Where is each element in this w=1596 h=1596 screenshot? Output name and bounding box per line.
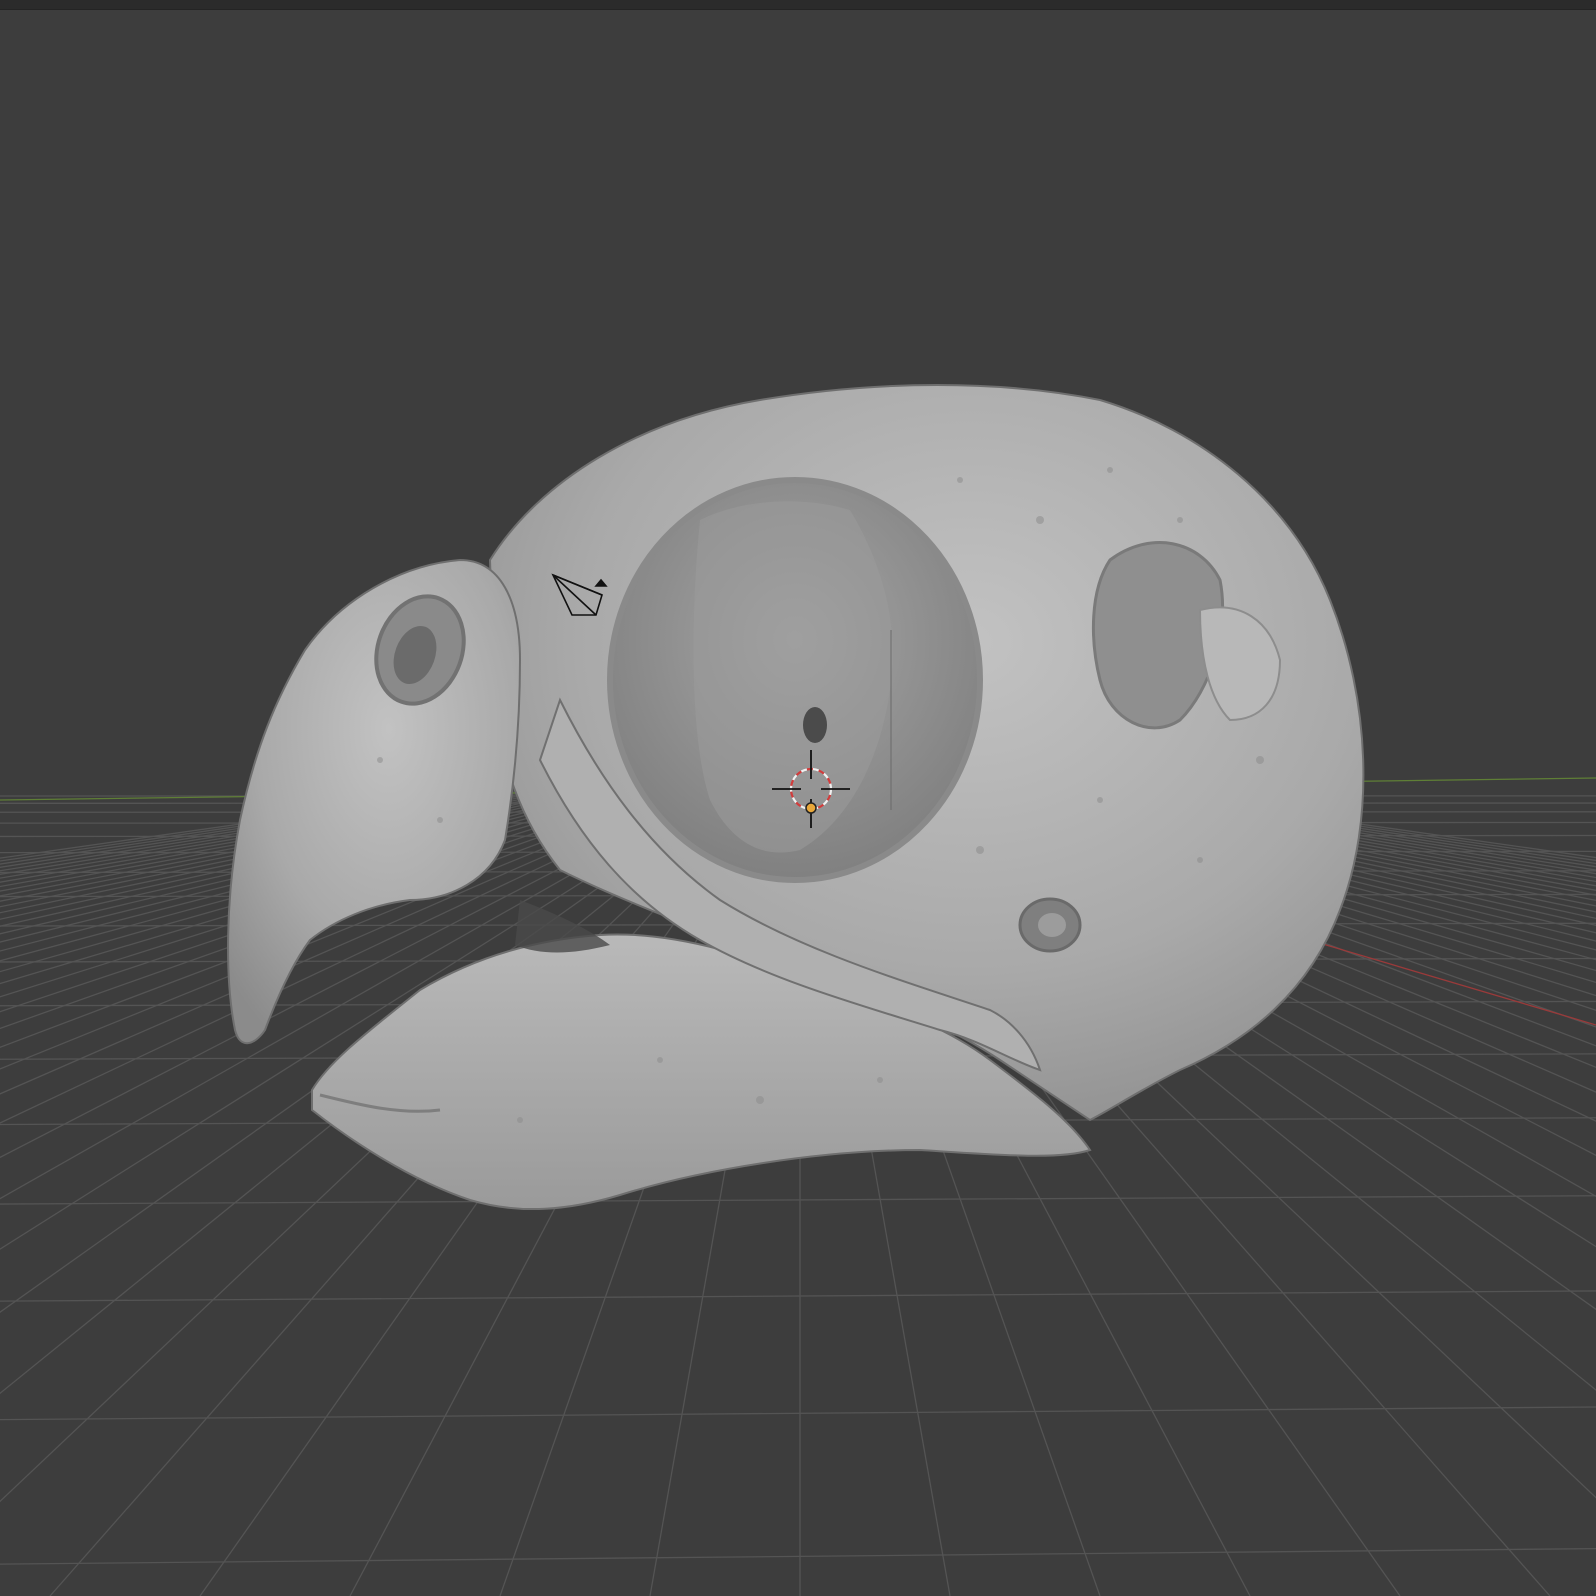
grid-line <box>0 1406 1596 1421</box>
origin-dot-icon <box>805 802 817 814</box>
grid-line <box>0 789 745 1395</box>
viewport-canvas[interactable] <box>0 0 1596 1596</box>
3d-viewport[interactable] <box>0 0 1596 1596</box>
grid-line <box>0 1290 1596 1302</box>
grid-line <box>0 1547 1596 1565</box>
grid-line <box>0 789 753 1503</box>
skull-mesh[interactable] <box>227 384 1365 1211</box>
